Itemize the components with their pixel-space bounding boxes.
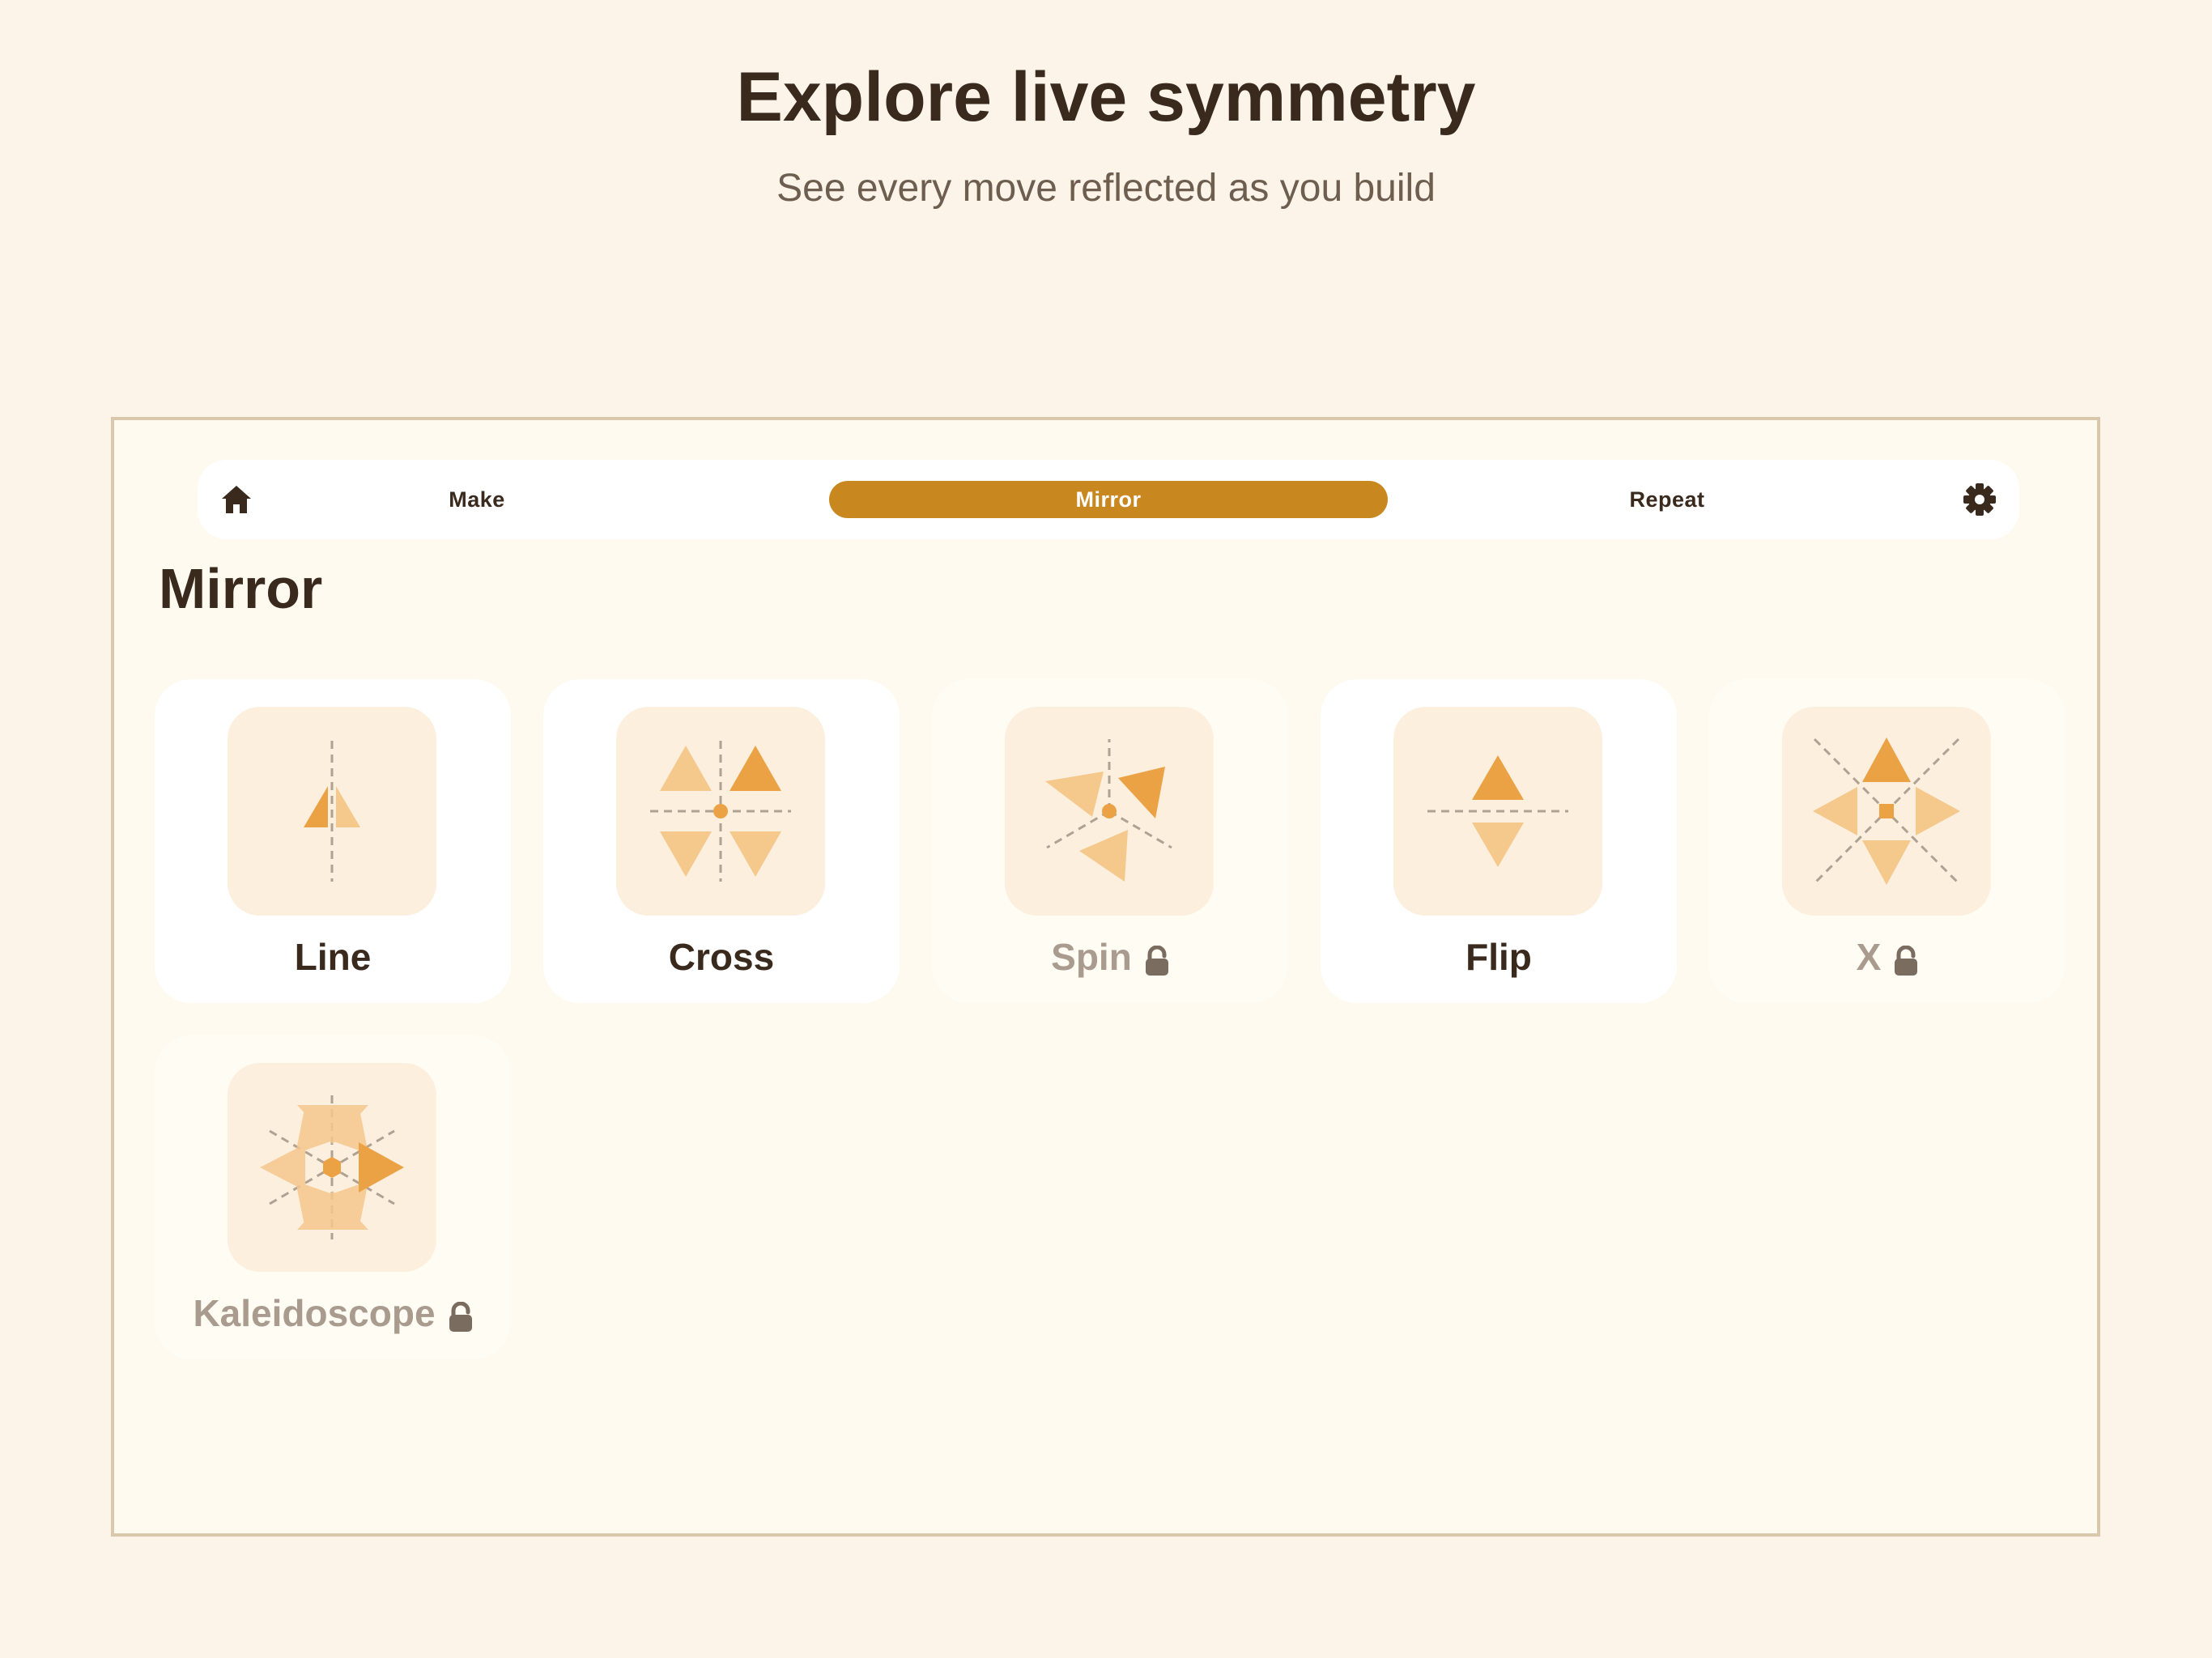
mode-card-cross[interactable]: Cross xyxy=(543,679,900,1003)
mode-label-text: Cross xyxy=(668,936,775,978)
tab-make[interactable]: Make xyxy=(198,481,756,518)
hero-subtitle: See every move reflected as you build xyxy=(776,167,1436,210)
mode-card-line[interactable]: Line xyxy=(155,679,511,1003)
mode-card-kaleidoscope[interactable]: Kaleidoscope xyxy=(155,1035,511,1359)
hero-title: Explore live symmetry xyxy=(736,58,1476,136)
mode-label: Line xyxy=(155,930,511,984)
top-nav-bar: Make Mirror Repeat xyxy=(198,460,2019,539)
gear-icon[interactable] xyxy=(1960,480,1999,519)
kaleidoscope-symmetry-icon xyxy=(228,1063,436,1272)
cross-symmetry-icon xyxy=(616,707,825,916)
mode-card-spin[interactable]: Spin xyxy=(932,679,1288,1003)
lock-icon xyxy=(449,1298,473,1332)
tab-mirror[interactable]: Mirror xyxy=(829,481,1388,518)
mode-label: Cross xyxy=(543,930,900,984)
mode-label-text: Kaleidoscope xyxy=(193,1292,436,1334)
spin-symmetry-icon xyxy=(1005,707,1214,916)
mode-card-flip[interactable]: Flip xyxy=(1321,679,1677,1003)
app-frame: Make Mirror Repeat Mirror Line Cross Spi… xyxy=(111,417,2100,1537)
lock-icon xyxy=(1145,942,1169,976)
flip-symmetry-icon xyxy=(1393,707,1602,916)
mode-label-text: Line xyxy=(294,936,372,978)
x-symmetry-icon xyxy=(1782,707,1991,916)
mode-label-text: Flip xyxy=(1465,936,1532,978)
mode-label: Kaleidoscope xyxy=(155,1286,511,1340)
mode-label-text: Spin xyxy=(1051,936,1132,978)
mode-label: X xyxy=(1709,930,2065,984)
tab-repeat[interactable]: Repeat xyxy=(1388,481,1946,518)
lock-icon xyxy=(1894,942,1918,976)
mode-label-text: X xyxy=(1856,936,1882,978)
mode-label: Spin xyxy=(932,930,1288,984)
section-title: Mirror xyxy=(159,557,323,620)
mode-label: Flip xyxy=(1321,930,1677,984)
mode-card-x[interactable]: X xyxy=(1709,679,2065,1003)
line-symmetry-icon xyxy=(228,707,436,916)
